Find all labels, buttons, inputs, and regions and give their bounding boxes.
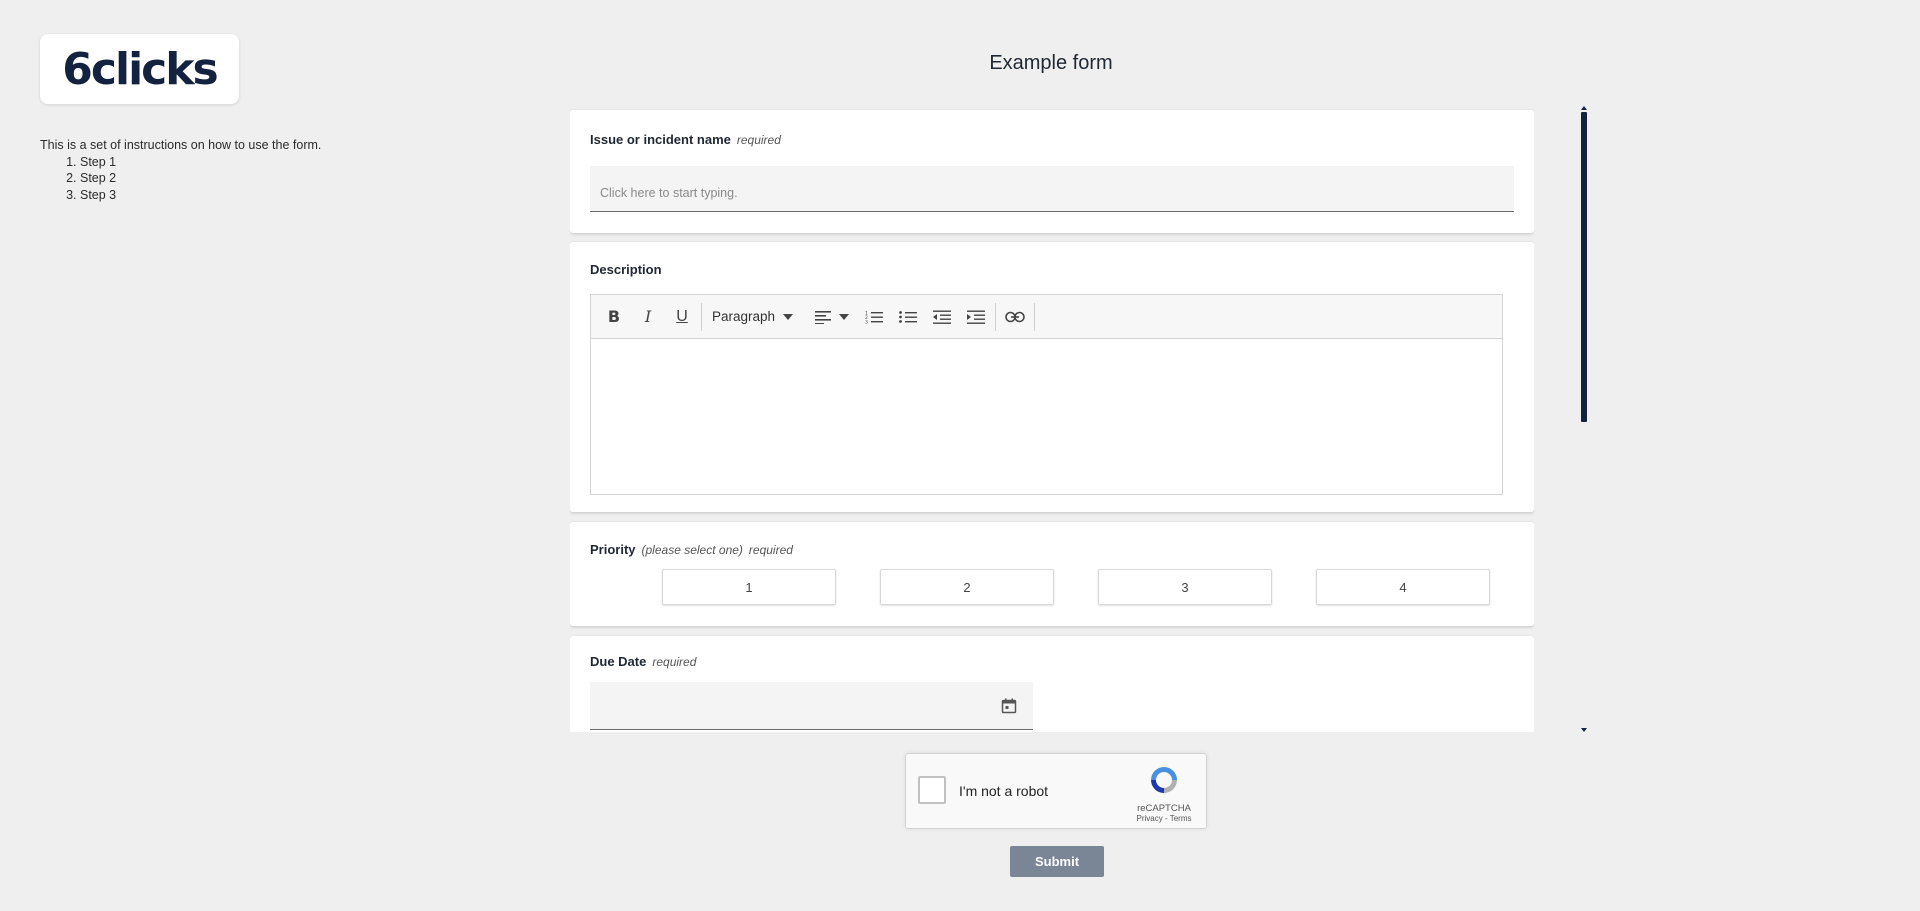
logo-card: 6clicks [40,34,239,104]
align-dropdown[interactable] [801,302,857,332]
recaptcha-links[interactable]: Privacy - Terms [1134,814,1194,823]
recaptcha-brand: reCAPTCHA Privacy - Terms [1134,764,1194,823]
indent-icon[interactable] [959,302,993,332]
priority-option-4[interactable]: 4 [1316,569,1490,605]
issue-name-input[interactable] [590,166,1514,212]
scroll-up-icon[interactable] [1581,106,1587,110]
scrollbar-thumb[interactable] [1581,112,1587,422]
priority-option-2[interactable]: 2 [880,569,1054,605]
priority-option-3[interactable]: 3 [1098,569,1272,605]
form-scrollbar[interactable] [1580,106,1588,732]
due-date-label-text: Due Date [590,654,647,669]
underline-icon[interactable]: U [665,302,699,332]
chevron-down-icon [783,313,794,320]
toolbar-divider [995,302,997,331]
logo: 6clicks [62,43,218,95]
italic-icon[interactable]: I [631,302,665,332]
outdent-icon[interactable] [925,302,959,332]
due-date-label: Due Date required [590,654,696,669]
priority-label-text: Priority [590,542,636,557]
numbered-list-icon[interactable]: 123 [857,302,891,332]
recaptcha-brand-name: reCAPTCHA [1137,803,1191,814]
paragraph-dropdown[interactable]: Paragraph [704,302,801,332]
chevron-down-icon [839,313,850,320]
issue-name-card: Issue or incident name required [570,110,1534,233]
due-date-card: Due Date required [570,636,1534,732]
toolbar-divider [701,302,702,331]
recaptcha-label: I'm not a robot [959,783,1049,799]
recaptcha-logo-icon [1151,767,1177,793]
rich-text-editor: B I U Paragraph 123 [590,294,1503,495]
align-icon [815,310,832,324]
paragraph-dropdown-label: Paragraph [712,309,776,324]
description-card: Description B I U Paragraph 123 [570,242,1534,512]
priority-hint: (please select one) [641,543,743,557]
instruction-step: Step 2 [80,170,321,187]
submit-button[interactable]: Submit [1010,846,1104,877]
priority-option-1[interactable]: 1 [662,569,836,605]
instruction-step: Step 1 [80,154,321,171]
required-marker: required [652,655,697,669]
description-label: Description [590,262,662,277]
form-scroll-area[interactable]: Issue or incident name required Descripti… [570,108,1534,732]
instructions-intro: This is a set of instructions on how to … [40,138,322,152]
instructions-steps: Step 1 Step 2 Step 3 [40,154,321,204]
instruction-step: Step 3 [80,187,321,204]
toolbar-divider [1034,302,1036,331]
due-date-input[interactable] [590,682,1033,730]
priority-card: Priority (please select one) required 1 2 … [570,522,1534,626]
calendar-icon[interactable] [1001,698,1017,714]
editor-content-area[interactable] [591,339,1502,495]
recaptcha-checkbox[interactable] [918,776,946,804]
issue-name-label-text: Issue or incident name [590,132,731,147]
page-title: Example form [989,52,1113,74]
required-marker: required [748,543,793,557]
recaptcha-widget: I'm not a robot reCAPTCHA Privacy - Term… [905,753,1207,829]
issue-name-label: Issue or incident name required [590,132,781,147]
link-icon[interactable] [998,302,1032,332]
bold-icon[interactable]: B [597,302,631,332]
editor-toolbar: B I U Paragraph 123 [591,295,1502,339]
scroll-down-icon[interactable] [1581,728,1587,732]
bullet-list-icon[interactable] [891,302,925,332]
priority-label: Priority (please select one) required [590,542,793,557]
required-marker: required [736,133,781,147]
instructions: This is a set of instructions on how to … [40,137,321,203]
svg-text:3: 3 [865,319,868,324]
